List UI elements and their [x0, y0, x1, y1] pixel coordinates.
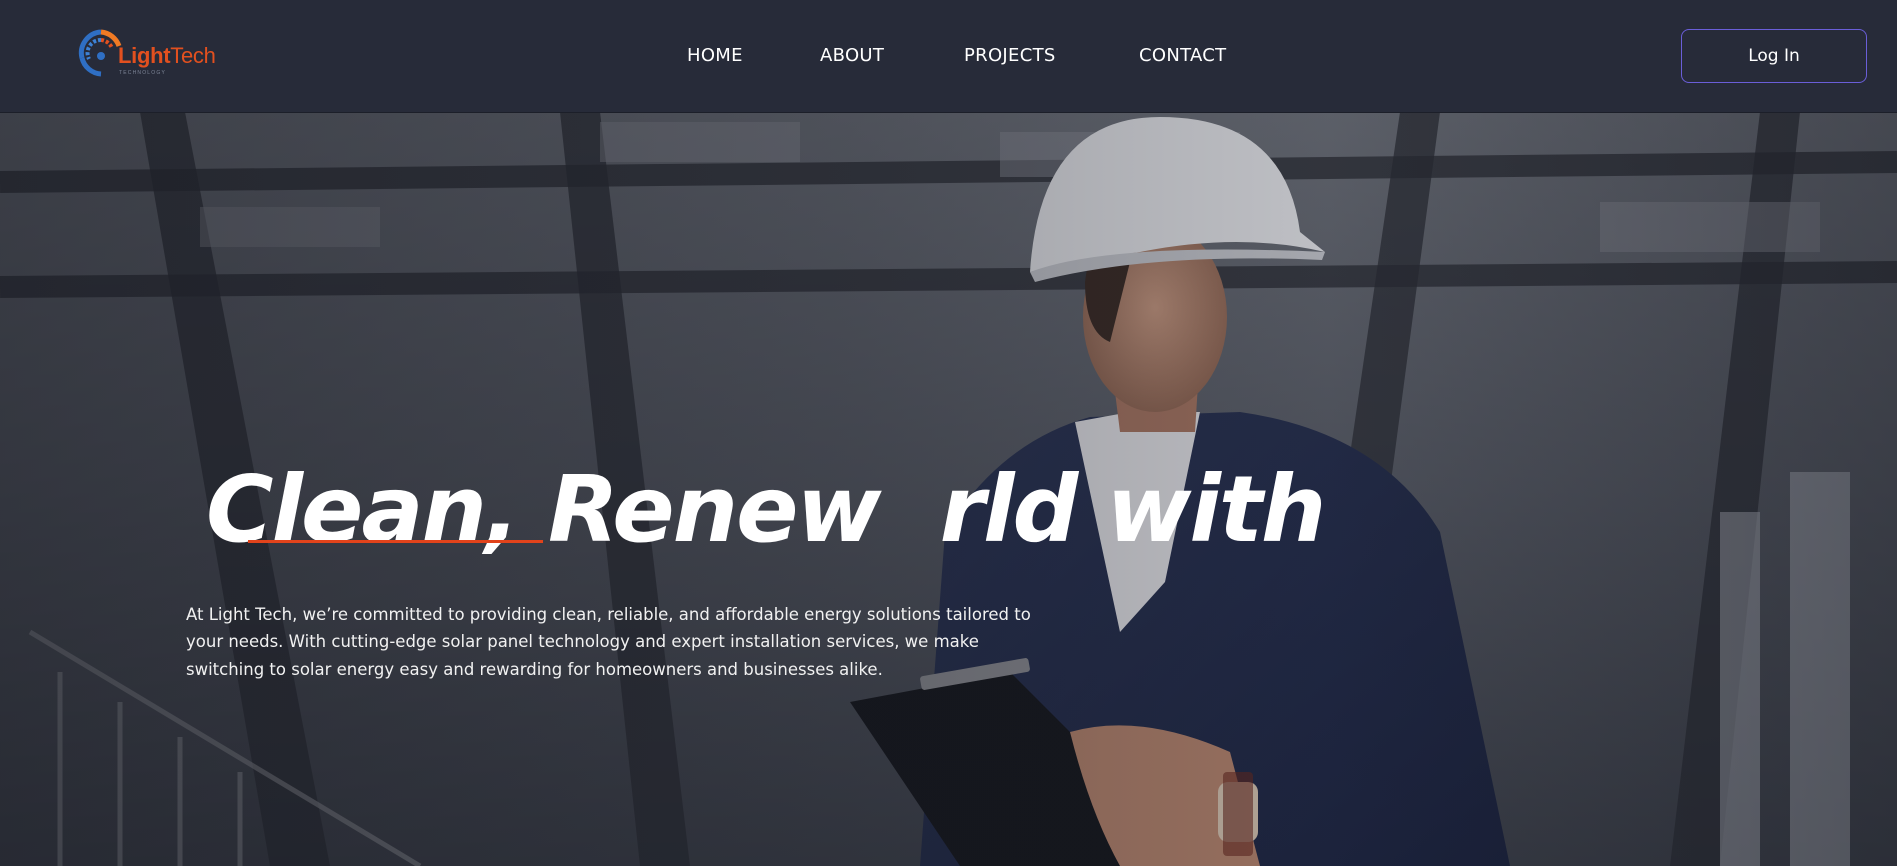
logo-wordmark: LightTech	[118, 43, 216, 68]
nav-about[interactable]: ABOUT	[820, 45, 884, 66]
logo-tagline: TECHNOLOGY	[119, 70, 167, 76]
page: LightTech TECHNOLOGY HOME ABOUT PROJECTS…	[0, 0, 1897, 866]
nav-home[interactable]: HOME	[687, 45, 743, 66]
headline-accent-underline	[248, 540, 543, 543]
nav-projects[interactable]: PROJECTS	[964, 45, 1056, 66]
lighttech-logo[interactable]: LightTech TECHNOLOGY	[74, 26, 234, 80]
hero-section: Clean, Renew rld with At Light Tech, we’…	[0, 112, 1897, 866]
hero-description: At Light Tech, we’re committed to provid…	[186, 604, 1031, 679]
nav-contact[interactable]: CONTACT	[1139, 45, 1226, 66]
site-header: LightTech TECHNOLOGY HOME ABOUT PROJECTS…	[0, 0, 1897, 113]
login-button[interactable]: Log In	[1681, 29, 1867, 83]
